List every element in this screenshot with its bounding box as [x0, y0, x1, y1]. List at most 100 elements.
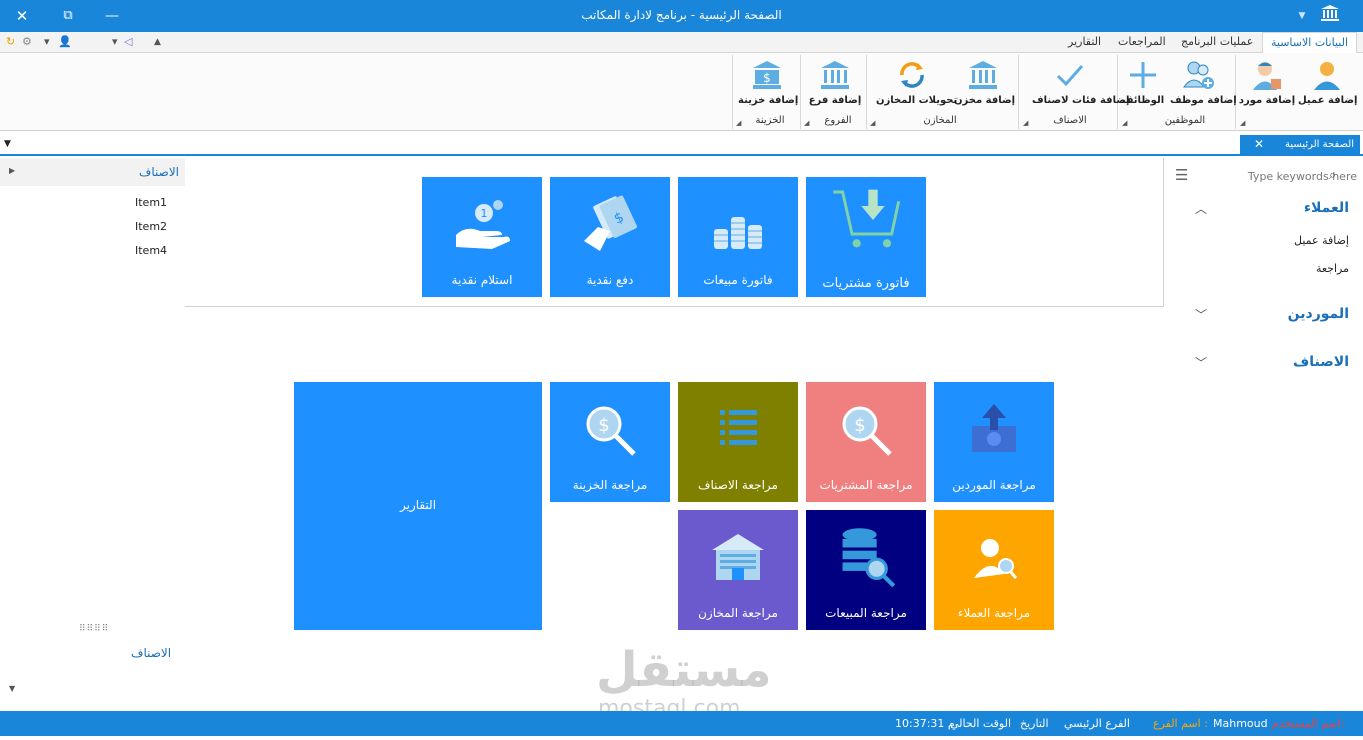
- dialog-launcher-icon[interactable]: ◢: [870, 119, 875, 127]
- sales-invoice-tile[interactable]: فاتورة مبيعات: [678, 177, 798, 297]
- dollar-search-icon: $: [586, 406, 636, 456]
- right-nav-panel: ☰ Type keywords here ⌕ ︿ العملاء إضافة ع…: [1165, 158, 1363, 703]
- chevron-down-icon[interactable]: ﹀: [1195, 306, 1207, 323]
- nav-group-customers[interactable]: العملاء: [1304, 200, 1349, 216]
- tab-basic-data[interactable]: البيانات الاساسية: [1262, 32, 1357, 54]
- bank-dollar-icon: $: [753, 61, 781, 89]
- svg-text:$: $: [598, 415, 609, 436]
- chevron-up-icon[interactable]: ︿: [1195, 200, 1207, 217]
- chevron-down-icon[interactable]: ▼: [9, 684, 15, 693]
- receive-cash-tile[interactable]: 1 استلام نقدية: [422, 177, 542, 297]
- tab-home-page[interactable]: ✕ الصفحة الرئيسية: [1240, 135, 1360, 155]
- pay-cash-icon: $: [584, 195, 638, 251]
- gear-icon[interactable]: ⚙: [22, 35, 32, 48]
- add-branch-button[interactable]: إضافة فرع: [806, 59, 864, 113]
- document-tab-bar: ▼ ✕ الصفحة الرئيسية: [0, 135, 1363, 156]
- user-search-icon: [974, 539, 1018, 579]
- dialog-launcher-icon[interactable]: ◢: [1240, 119, 1245, 127]
- tab-operations[interactable]: عمليات البرنامج: [1181, 35, 1253, 48]
- status-time-value: 10:37:31 م: [895, 717, 955, 730]
- bank-icon: [821, 61, 849, 89]
- money-upload-icon: [972, 404, 1016, 452]
- close-icon[interactable]: ✕: [1254, 137, 1264, 151]
- left-nav-panel: ▶ الاصناف Item1 Item2 Item4 ⠿⠿⠿⠿ الاصناف…: [0, 158, 185, 703]
- hamburger-menu-icon[interactable]: ☰: [1175, 166, 1188, 184]
- group-items: الاصناف: [1053, 115, 1087, 126]
- dialog-launcher-icon[interactable]: ◢: [804, 119, 809, 127]
- ribbon-separator: [1235, 55, 1236, 129]
- expand-arrow-icon[interactable]: ▶: [9, 166, 15, 175]
- group-employees: الموظفين: [1164, 115, 1206, 126]
- customer-icon: [1314, 62, 1340, 90]
- dialog-launcher-icon[interactable]: ◢: [1023, 119, 1028, 127]
- status-bar: اسم المستخدم: Mahmoud اسم الفرع : الفرع …: [0, 711, 1363, 736]
- cart-icon: [833, 189, 901, 248]
- purchase-invoice-tile[interactable]: فاتورة مشتريات: [806, 177, 926, 297]
- pay-cash-tile[interactable]: $ دفع نقدية: [550, 177, 670, 297]
- svg-text:$: $: [854, 415, 865, 436]
- splitter-grip-icon[interactable]: ⠿⠿⠿⠿: [79, 624, 109, 634]
- warehouse-transfers-button[interactable]: تحويلات المخازن: [876, 59, 957, 113]
- add-item-categories-button[interactable]: إضافة فئات لاصناف: [1032, 59, 1129, 113]
- review-warehouses-tile[interactable]: مراجعة المخازن: [678, 510, 798, 630]
- watermark-logo: مستقل: [596, 642, 772, 698]
- plus-icon: [1130, 62, 1156, 88]
- group-treasury: الخزينة: [755, 115, 785, 126]
- add-employee-icon: [1183, 61, 1214, 89]
- ribbon-separator: [800, 55, 801, 129]
- checkmark-icon: [1056, 65, 1084, 87]
- group-warehouses: المخازن: [923, 115, 957, 126]
- quick-operations-group: [185, 158, 1164, 307]
- refresh-icon[interactable]: ↻: [6, 35, 15, 48]
- dialog-launcher-icon[interactable]: ◢: [736, 119, 741, 127]
- list-item[interactable]: Item2: [135, 220, 167, 233]
- review-items-tile[interactable]: مراجعة الاصناف: [678, 382, 798, 502]
- ribbon-separator: [732, 55, 733, 129]
- review-purchases-tile[interactable]: $ مراجعة المشتريات: [806, 382, 926, 502]
- window-dropdown-icon[interactable]: ▼: [1288, 4, 1316, 28]
- user-icon[interactable]: 👤: [58, 35, 72, 48]
- reports-tile[interactable]: التقارير: [294, 382, 542, 630]
- add-customer-button[interactable]: إضافة عميل: [1298, 59, 1357, 113]
- add-warehouse-button[interactable]: إضافة مخزن: [954, 59, 1015, 113]
- title-bar: ✕ ⧉ — الصفحة الرئيسية - برنامج لادارة ال…: [0, 0, 1363, 32]
- tab-reviews[interactable]: المراجعات: [1118, 35, 1166, 48]
- collapse-ribbon-icon[interactable]: ▲: [154, 37, 161, 47]
- review-suppliers-tile[interactable]: مراجعة الموردين: [934, 382, 1054, 502]
- add-supplier-button[interactable]: إضافة مورد: [1238, 59, 1296, 113]
- add-treasury-button[interactable]: $ إضافة خزينة: [738, 59, 798, 113]
- review-customers-tile[interactable]: مراجعة العملاء: [934, 510, 1054, 630]
- app-bank-icon[interactable]: [1316, 4, 1344, 28]
- list-icon: [720, 410, 757, 445]
- list-item[interactable]: Item4: [135, 244, 167, 257]
- tab-reports[interactable]: التقارير: [1068, 35, 1101, 48]
- dialog-launcher-icon[interactable]: ◢: [1122, 119, 1127, 127]
- status-user-label: اسم المستخدم:: [1272, 717, 1345, 730]
- tab-list-dropdown-icon[interactable]: ▼: [4, 139, 11, 149]
- add-employee-button[interactable]: إضافة موظف: [1170, 59, 1237, 113]
- nav-item-review[interactable]: مراجعة: [1316, 262, 1349, 275]
- review-treasury-tile[interactable]: $ مراجعة الخزينة: [550, 382, 670, 502]
- left-nav-footer-link[interactable]: الاصناف: [131, 646, 171, 660]
- list-item[interactable]: Item1: [135, 196, 167, 209]
- nav-item-add-customer[interactable]: إضافة عميل: [1294, 234, 1349, 247]
- search-icon[interactable]: ⌕: [1329, 168, 1336, 183]
- nav-group-items[interactable]: الاصناف: [1293, 354, 1349, 370]
- status-branch-value: الفرع الرئيسي: [1064, 717, 1130, 730]
- nav-group-suppliers[interactable]: الموردين: [1288, 306, 1349, 322]
- left-nav-header[interactable]: ▶ الاصناف: [0, 158, 185, 186]
- quick-access-toolbar: ↻ ⚙ ▾ 👤 ▾ ◁ ▲ البيانات الاساسية عمليات ا…: [0, 32, 1363, 54]
- review-sales-tile[interactable]: مراجعة المبيعات: [806, 510, 926, 630]
- chevron-down-icon[interactable]: ▾: [44, 35, 50, 48]
- svg-text:1: 1: [481, 207, 488, 220]
- ribbon-separator: [1018, 55, 1019, 129]
- chevron-down-icon[interactable]: ▾: [112, 35, 118, 48]
- status-date-label: التاريخ: [1020, 717, 1049, 730]
- vs-icon[interactable]: ◁: [124, 35, 132, 48]
- window-title: الصفحة الرئيسية - برنامج لادارة المكاتب: [581, 8, 782, 22]
- supplier-icon: [1253, 62, 1281, 90]
- chevron-down-icon[interactable]: ﹀: [1195, 354, 1207, 371]
- bank-icon: [969, 61, 997, 89]
- svg-text:$: $: [763, 71, 771, 85]
- refresh-icon: [900, 62, 924, 88]
